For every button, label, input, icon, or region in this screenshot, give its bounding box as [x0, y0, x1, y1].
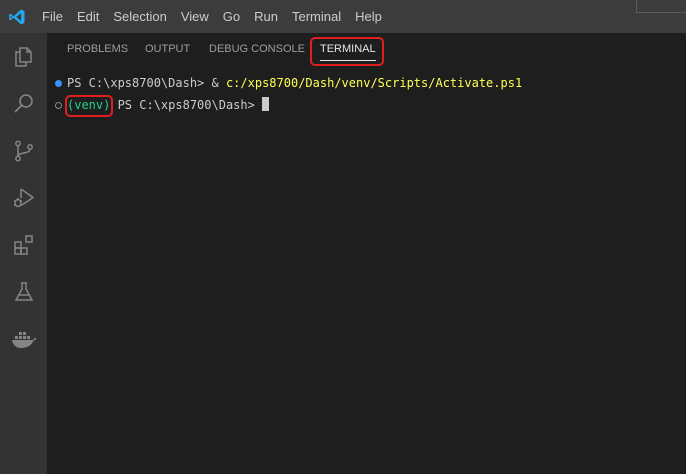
menu-file[interactable]: File: [33, 0, 70, 33]
run-debug-icon[interactable]: [0, 174, 47, 221]
tab-problems[interactable]: PROBLEMS: [67, 33, 128, 66]
tab-debug-console[interactable]: DEBUG CONSOLE: [209, 33, 305, 66]
venv-highlight: [65, 95, 113, 117]
menu-edit[interactable]: Edit: [70, 0, 106, 33]
menu-terminal[interactable]: Terminal: [285, 0, 348, 33]
menu-help[interactable]: Help: [348, 0, 389, 33]
command-text: c:/xps8700/Dash/venv/Scripts/Activate.ps…: [225, 76, 523, 90]
command-success-icon[interactable]: [55, 80, 62, 87]
menu-view[interactable]: View: [174, 0, 216, 33]
panel-tabs: PROBLEMS OUTPUT DEBUG CONSOLE TERMINAL: [47, 33, 686, 66]
window-controls-area: [636, 0, 686, 13]
terminal-tab-highlight: [310, 37, 384, 66]
activity-bar: [0, 33, 47, 474]
testing-icon[interactable]: [0, 268, 47, 315]
call-operator: &: [211, 76, 226, 90]
source-control-icon[interactable]: [0, 127, 47, 174]
prompt-text: PS C:\xps8700\Dash>: [67, 76, 212, 90]
title-bar: File Edit Selection View Go Run Terminal…: [0, 0, 686, 33]
menu-go[interactable]: Go: [216, 0, 247, 33]
bottom-panel: PROBLEMS OUTPUT DEBUG CONSOLE TERMINAL P…: [47, 33, 686, 474]
command-pending-icon[interactable]: [55, 102, 62, 109]
extensions-icon[interactable]: [0, 221, 47, 268]
prompt-text: PS C:\xps8700\Dash>: [110, 98, 263, 112]
explorer-icon[interactable]: [0, 33, 47, 80]
terminal-cursor: [262, 97, 270, 111]
tab-output[interactable]: OUTPUT: [145, 33, 190, 66]
terminal-line: PS C:\xps8700\Dash> & c:/xps8700/Dash/ve…: [67, 75, 522, 92]
menu-selection[interactable]: Selection: [106, 0, 173, 33]
menu-bar: File Edit Selection View Go Run Terminal…: [33, 0, 389, 33]
docker-icon[interactable]: [0, 315, 47, 362]
menu-run[interactable]: Run: [247, 0, 285, 33]
search-icon[interactable]: [0, 80, 47, 127]
vscode-logo-icon[interactable]: [0, 0, 33, 33]
